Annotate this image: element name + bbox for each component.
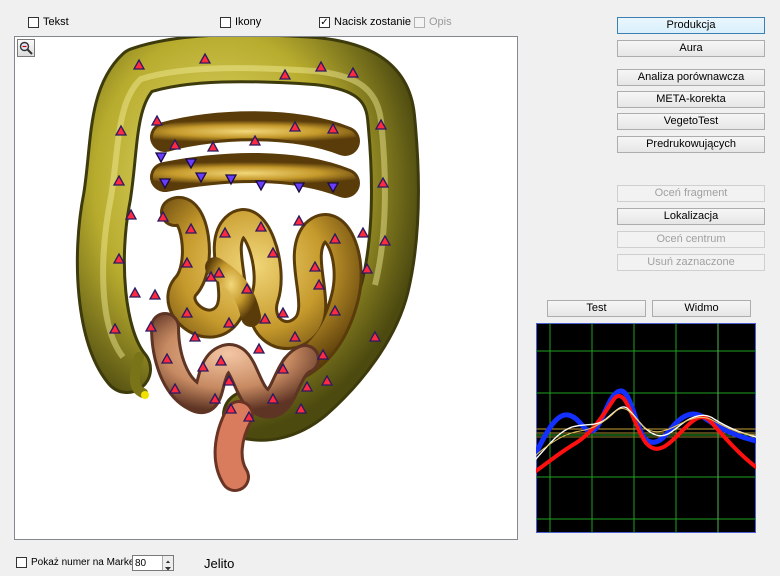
marker-up[interactable] [150,114,164,126]
marker-size-input[interactable] [135,556,161,570]
spectrum-graph [536,323,756,533]
marker-down[interactable] [254,180,268,192]
show-marker-box[interactable] [16,557,27,568]
ocen-centrum-button[interactable]: Oceń centrum [617,231,765,248]
marker-down[interactable] [292,182,306,194]
marker-up[interactable] [356,226,370,238]
ikony-label: Ikony [235,16,262,28]
marker-up[interactable] [276,306,290,318]
tekst-label: Tekst [43,16,69,28]
marker-size-stepper[interactable] [132,555,174,571]
ikony-checkbox[interactable]: Ikony [220,16,261,28]
opis-label: Opis [429,16,452,28]
show-marker-label: Pokaż numer na Marker [31,557,138,568]
intestine-illustration [75,37,420,492]
marker-up[interactable] [148,288,162,300]
aura-button[interactable]: Aura [617,40,765,57]
tekst-checkbox[interactable]: Tekst [28,16,69,28]
lokalizacja-button[interactable]: Lokalizacja [617,208,765,225]
predrukowujacych-button[interactable]: Predrukowujących [617,136,765,153]
show-marker-checkbox[interactable]: Pokaż numer na Marker [16,557,138,568]
nacisk-box[interactable]: ✓ [319,16,330,28]
test-button[interactable]: Test [547,300,646,317]
ocen-fragment-button[interactable]: Oceń fragment [617,185,765,202]
vegetotest-button[interactable]: VegetoTest [617,113,765,130]
widmo-button[interactable]: Widmo [652,300,751,317]
tekst-box[interactable] [28,16,39,28]
marker-up[interactable] [252,342,266,354]
nacisk-checkbox[interactable]: ✓ Nacisk zostanie p [319,16,420,28]
analiza-button[interactable]: Analiza porównawcza [617,69,765,86]
nacisk-label: Nacisk zostanie p [334,16,421,28]
opis-checkbox[interactable]: Opis [414,16,452,28]
organ-name: Jelito [204,556,235,571]
meta-korekta-button[interactable]: META-korekta [617,91,765,108]
marker-up[interactable] [292,214,306,226]
marker-down[interactable] [154,152,168,164]
spin-up-icon[interactable] [162,556,173,564]
opis-box[interactable] [414,16,425,28]
marker-up[interactable] [128,286,142,298]
spin-down-icon[interactable] [162,563,173,571]
produkcja-button[interactable]: Produkcja [617,17,765,34]
organ-view-panel[interactable] [14,36,518,540]
usun-zaznaczone-button[interactable]: Usuń zaznaczone [617,254,765,271]
ikony-box[interactable] [220,16,231,28]
